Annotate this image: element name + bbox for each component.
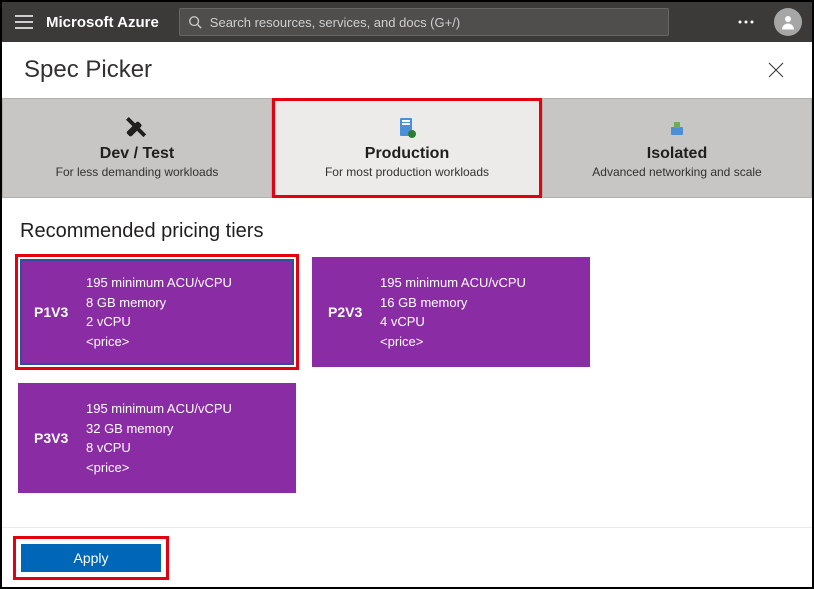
tier-name: P2V3 xyxy=(328,304,380,320)
azure-logo-text: Microsoft Azure xyxy=(46,14,159,31)
isolated-icon xyxy=(668,117,686,139)
top-bar: Microsoft Azure xyxy=(2,2,812,42)
global-search[interactable] xyxy=(179,8,669,36)
content-scroll[interactable]: Dev / Test For less demanding workloads … xyxy=(2,98,812,527)
pricing-tiers: P1V3 195 minimum ACU/vCPU 8 GB memory 2 … xyxy=(2,257,812,493)
footer-bar: Apply xyxy=(2,527,812,587)
tab-isolated[interactable]: Isolated Advanced networking and scale xyxy=(542,98,812,198)
tab-subtitle: For less demanding workloads xyxy=(56,165,219,179)
tier-price: <price> xyxy=(380,332,526,352)
tier-card-p1v3[interactable]: P1V3 195 minimum ACU/vCPU 8 GB memory 2 … xyxy=(18,257,296,367)
tools-icon xyxy=(126,117,148,139)
tab-subtitle: Advanced networking and scale xyxy=(592,165,761,179)
tier-specs: 195 minimum ACU/vCPU 8 GB memory 2 vCPU … xyxy=(86,273,232,351)
tier-vcpu: 2 vCPU xyxy=(86,312,232,332)
overflow-menu-button[interactable] xyxy=(734,10,758,34)
user-avatar[interactable] xyxy=(774,8,802,36)
tab-subtitle: For most production workloads xyxy=(325,165,489,179)
tab-dev-test[interactable]: Dev / Test For less demanding workloads xyxy=(2,98,272,198)
tier-specs: 195 minimum ACU/vCPU 32 GB memory 8 vCPU… xyxy=(86,399,232,477)
tier-memory: 16 GB memory xyxy=(380,293,526,313)
tier-vcpu: 8 vCPU xyxy=(86,438,232,458)
tier-specs: 195 minimum ACU/vCPU 16 GB memory 4 vCPU… xyxy=(380,273,526,351)
tier-price: <price> xyxy=(86,458,232,478)
tier-card-p3v3[interactable]: P3V3 195 minimum ACU/vCPU 32 GB memory 8… xyxy=(18,383,296,493)
tab-production[interactable]: Production For most production workloads xyxy=(272,98,542,198)
tier-card-p2v3[interactable]: P2V3 195 minimum ACU/vCPU 16 GB memory 4… xyxy=(312,257,590,367)
tab-title: Isolated xyxy=(647,145,707,163)
global-search-input[interactable] xyxy=(210,15,660,30)
tier-price: <price> xyxy=(86,332,232,352)
tier-memory: 8 GB memory xyxy=(86,293,232,313)
hamburger-menu-button[interactable] xyxy=(12,10,36,34)
workload-tabs: Dev / Test For less demanding workloads … xyxy=(2,98,812,198)
tier-acu: 195 minimum ACU/vCPU xyxy=(86,273,232,293)
tier-name: P3V3 xyxy=(34,430,86,446)
tier-vcpu: 4 vCPU xyxy=(380,312,526,332)
close-button[interactable] xyxy=(762,56,790,84)
apply-button[interactable]: Apply xyxy=(21,544,161,572)
tab-title: Production xyxy=(365,145,449,163)
page-title: Spec Picker xyxy=(24,56,152,84)
tier-acu: 195 minimum ACU/vCPU xyxy=(86,399,232,419)
tier-acu: 195 minimum ACU/vCPU xyxy=(380,273,526,293)
apply-highlight: Apply xyxy=(16,539,166,577)
server-icon xyxy=(398,117,416,139)
title-row: Spec Picker xyxy=(2,42,812,98)
tier-name: P1V3 xyxy=(34,304,86,320)
tier-memory: 32 GB memory xyxy=(86,419,232,439)
tab-title: Dev / Test xyxy=(100,145,174,163)
section-heading: Recommended pricing tiers xyxy=(20,220,812,243)
